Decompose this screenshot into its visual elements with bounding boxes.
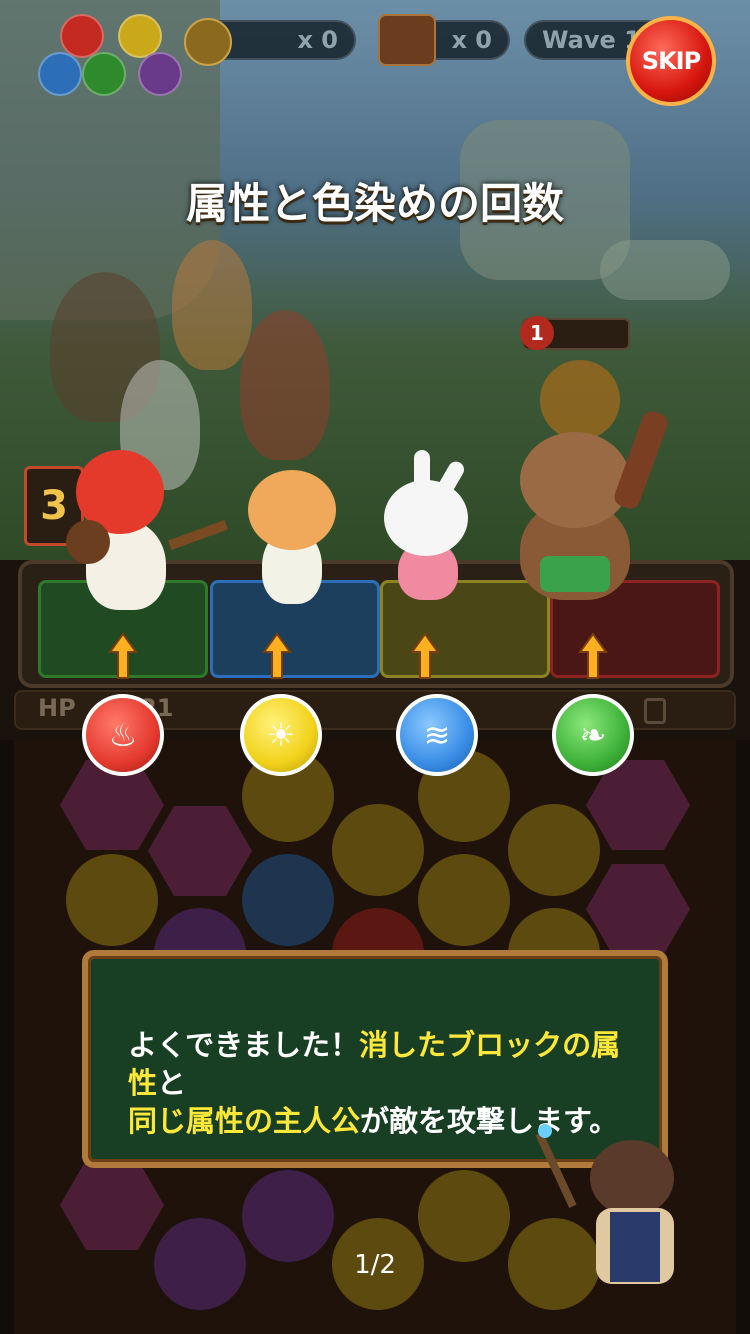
guide-mole-character bbox=[535, 1120, 710, 1300]
arrow-up-icon bbox=[410, 632, 440, 679]
arrow-up-icon bbox=[108, 632, 138, 679]
dark-indicator-icon bbox=[138, 52, 182, 96]
wave-label: Wave 1 bbox=[542, 26, 641, 54]
team-slot-water bbox=[380, 580, 550, 678]
water-indicator-icon bbox=[38, 52, 82, 96]
game-stage: x 0 x 0 Wave 1 SKIP 属性と色染めの回数 1 3 HP 21 … bbox=[0, 0, 750, 1334]
message-part: よくできました！ bbox=[128, 1028, 360, 1062]
coin-count: x 0 bbox=[297, 26, 338, 54]
fire-indicator-icon bbox=[60, 14, 104, 58]
flame-icon: ♨ bbox=[82, 694, 164, 776]
wave-icon: ≋ bbox=[396, 694, 478, 776]
wooden-shield-icon bbox=[66, 520, 110, 564]
arrow-up-icon bbox=[578, 632, 608, 679]
enemy-seed-monster bbox=[540, 360, 620, 440]
page-indicator: 1/2 bbox=[354, 1250, 396, 1280]
skip-label: SKIP bbox=[641, 47, 701, 75]
sun-swirl-icon: ☀ bbox=[240, 694, 322, 776]
skip-button[interactable]: SKIP bbox=[626, 16, 716, 106]
wind-indicator-icon bbox=[82, 52, 126, 96]
tutorial-title: 属性と色染めの回数 bbox=[185, 179, 564, 228]
enemy-turn-counter: 1 bbox=[520, 316, 554, 350]
message-part: と bbox=[157, 1066, 187, 1100]
lock-icon bbox=[644, 698, 666, 724]
coin-icon bbox=[184, 18, 232, 66]
arrow-up-icon bbox=[262, 632, 292, 679]
background-boy-character bbox=[240, 310, 330, 460]
leaf-icon: ❧ bbox=[552, 694, 634, 776]
background-cat-character bbox=[172, 240, 252, 370]
chest-count: x 0 bbox=[451, 26, 492, 54]
treasure-chest-icon bbox=[378, 14, 436, 66]
message-part-highlight: 同じ属性の主人公 bbox=[128, 1104, 361, 1138]
hp-label: HP bbox=[38, 694, 76, 722]
